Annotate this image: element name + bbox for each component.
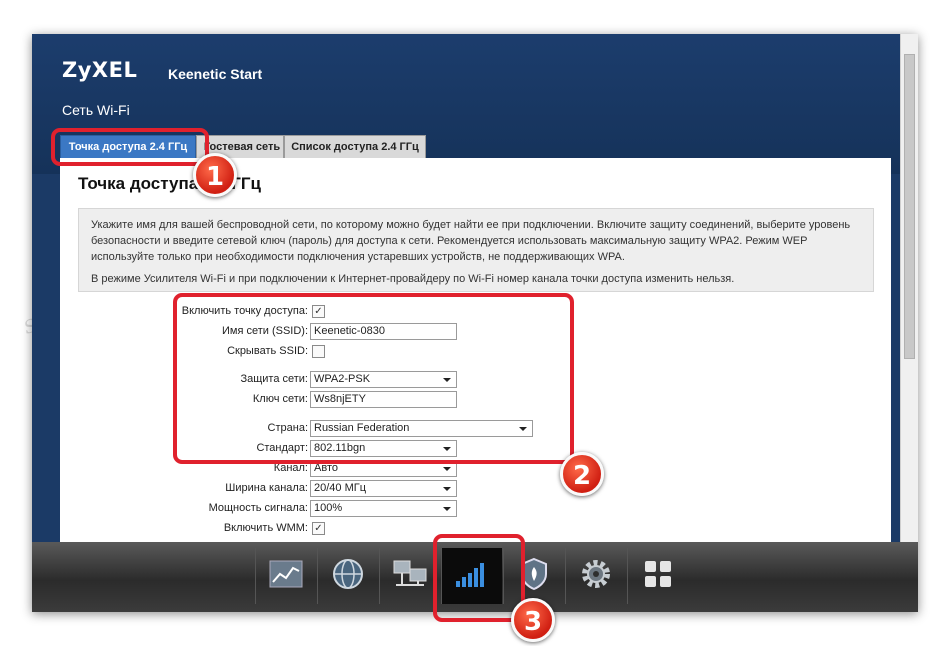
- network-icon: [392, 559, 428, 594]
- width-row: Ширина канала:: [60, 480, 308, 498]
- power-value: 100%: [314, 502, 343, 514]
- section-title: Сеть Wi-Fi: [62, 102, 130, 118]
- info-text: Укажите имя для вашей беспроводной сети,…: [91, 219, 851, 263]
- chart-icon: [269, 560, 303, 593]
- chevron-down-icon: [443, 487, 451, 491]
- callout-badge-3: 3: [511, 598, 555, 642]
- power-label: Мощность сигнала:: [208, 502, 308, 514]
- callout-wifi-highlight: [433, 534, 525, 622]
- apps-button[interactable]: [627, 548, 688, 604]
- zyxel-logo: ZyXEL: [62, 58, 138, 82]
- power-select[interactable]: 100%: [310, 500, 457, 517]
- apps-grid-icon: [643, 559, 673, 594]
- tab-access-list-24[interactable]: Список доступа 2.4 ГГц: [284, 135, 426, 158]
- chevron-down-icon: [443, 507, 451, 511]
- internet-button[interactable]: [317, 548, 378, 604]
- info-box: Укажите имя для вашей беспроводной сети,…: [78, 208, 874, 292]
- globe-icon: [331, 557, 365, 596]
- monitor-button[interactable]: [255, 548, 316, 604]
- wmm-checkbox[interactable]: ✓: [312, 522, 325, 535]
- home-network-button[interactable]: [379, 548, 440, 604]
- callout-badge-2: 2: [560, 452, 604, 496]
- gear-icon: [580, 558, 612, 595]
- width-select[interactable]: 20/40 МГц: [310, 480, 457, 497]
- power-row: Мощность сигнала:: [60, 500, 308, 518]
- product-name: Keenetic Start: [168, 66, 263, 82]
- scrollbar[interactable]: [900, 34, 918, 542]
- wmm-row: Включить WMM:: [60, 520, 308, 538]
- callout-tab-highlight: [51, 128, 209, 166]
- info-text-repeater: В режиме Усилителя Wi-Fi и при подключен…: [91, 273, 735, 285]
- callout-form-highlight: [173, 293, 574, 464]
- scrollbar-thumb[interactable]: [904, 54, 915, 359]
- wmm-label: Включить WMM:: [223, 522, 308, 534]
- callout-badge-1: 1: [193, 153, 237, 197]
- width-label: Ширина канала:: [225, 482, 308, 494]
- width-value: 20/40 МГц: [314, 482, 367, 494]
- system-button[interactable]: [565, 548, 626, 604]
- chevron-down-icon: [443, 467, 451, 471]
